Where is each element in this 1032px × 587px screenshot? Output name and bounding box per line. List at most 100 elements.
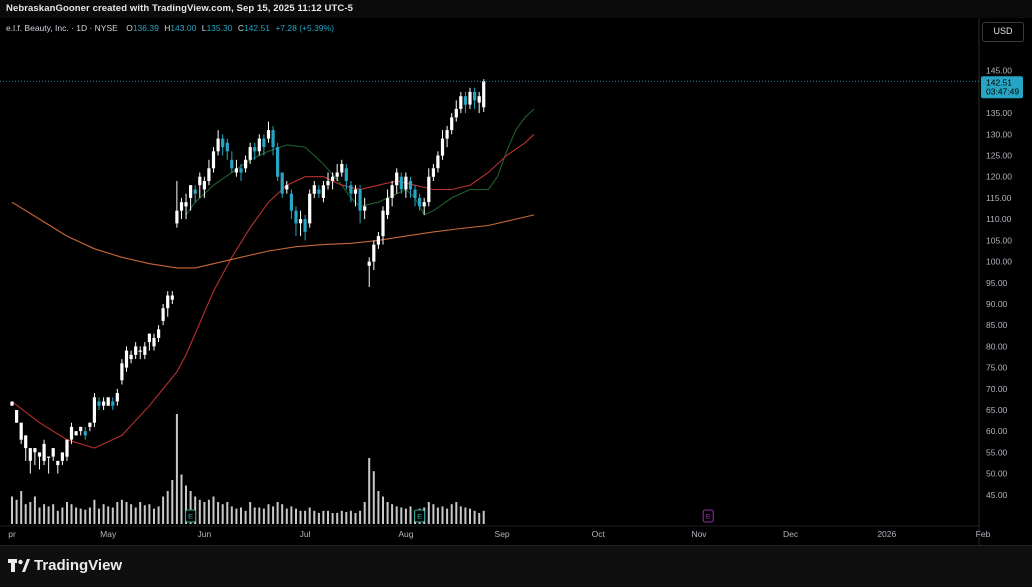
volume-bar [70,504,73,524]
volume-bar [212,496,215,524]
candle-body [170,295,174,300]
candle-body [340,164,344,173]
legend-symbol: e.l.f. Beauty, Inc. · 1D · NYSE [6,23,118,33]
candle-body [120,363,124,381]
volume-bar [244,510,247,524]
price-tick-label: 145.00 [986,66,1012,76]
volume-bar [345,511,348,524]
price-tick-label: 65.00 [986,405,1008,415]
candle-body [179,202,184,211]
candle-body [289,193,293,211]
candle-body [124,350,129,368]
volume-bar [450,504,453,524]
volume-bar [15,499,18,524]
candle-body [459,96,463,109]
candle-body [257,138,261,152]
volume-bar [153,508,155,524]
candle-body [15,410,19,423]
candle-body [198,176,202,186]
candle-body [244,159,248,169]
time-tick-label: Nov [691,529,707,539]
volume-bar [111,507,114,524]
candle-body [10,401,14,406]
volume-bar [327,510,329,524]
candle-body [349,185,353,194]
candle-body [413,189,417,198]
candle-body [450,117,454,131]
candle-body [79,426,83,432]
candle-body [408,181,413,190]
candle-body [363,206,367,211]
footer-bar: TradingView [0,545,1032,587]
volume-bar [317,513,320,524]
volume-bar [313,510,316,524]
ohlc-legend[interactable]: e.l.f. Beauty, Inc. · 1D · NYSE O136.39 … [6,23,334,33]
candle-body [83,431,87,436]
volume-bar [322,510,325,524]
volume-bar [162,496,165,524]
candle-body [285,185,289,190]
price-tick-label: 70.00 [986,384,1008,394]
volume-bar [157,506,160,524]
candle-body [106,397,110,406]
candle-body [111,401,115,406]
volume-bar [359,510,362,524]
volume-bar [84,509,87,524]
currency-button[interactable]: USD [982,22,1024,42]
volume-bar [230,506,233,524]
candle-body [216,138,220,152]
price-chart[interactable]: 45.00 50.00 55.00 60.00 65.00 70.00 75.00 80.00… [0,18,1032,545]
tradingview-logo[interactable]: TradingView [8,557,128,577]
candle-body [225,142,229,152]
candle-body [399,176,403,190]
volume-bar [66,502,68,524]
candle-body [239,168,243,173]
legend-low: 135.30 [206,23,232,33]
volume-bar [93,499,96,524]
candle-body [271,130,275,148]
volume-bar [221,504,224,524]
volume-bar [441,506,444,524]
volume-bar [134,507,137,524]
candle-body [37,452,42,457]
legend-high: 143.00 [170,23,196,33]
volume-bar [180,474,183,524]
volume-bar [386,502,389,524]
candle-body [207,168,211,181]
chart-background [0,18,1032,545]
legend-close: 142.51 [244,23,270,33]
candle-body [28,448,32,461]
volume-bar [166,491,169,524]
volume-bar [267,504,270,524]
candle-body [184,202,188,207]
volume-bar [354,513,357,524]
candle-body [33,448,37,453]
candle-body [211,151,216,169]
volume-bar [478,513,481,524]
candle-body [321,185,325,198]
volume-bar [290,506,293,524]
volume-bar [11,496,13,524]
candle-body [74,431,78,436]
volume-bar [363,502,366,524]
candle-body [230,159,234,169]
candle-body [202,181,206,190]
volume-bar [469,508,471,524]
volume-bar [139,502,142,524]
candle-body [454,108,458,118]
volume-bar [148,504,151,524]
time-tick-label: pr [8,529,16,539]
candle-body [477,96,481,103]
time-tick-label: Feb [976,529,991,539]
volume-bar [29,502,32,524]
volume-bar [377,491,380,524]
volume-bar [24,504,27,524]
candle-body [157,329,161,338]
candle-body [69,426,74,440]
candle-body [147,333,151,343]
tradingview-brand: TradingView [34,557,123,574]
candle-body [418,197,422,207]
candle-body [445,130,449,139]
volume-bar [473,510,476,524]
legend-change: +7.28 (+5.39%) [275,23,334,33]
